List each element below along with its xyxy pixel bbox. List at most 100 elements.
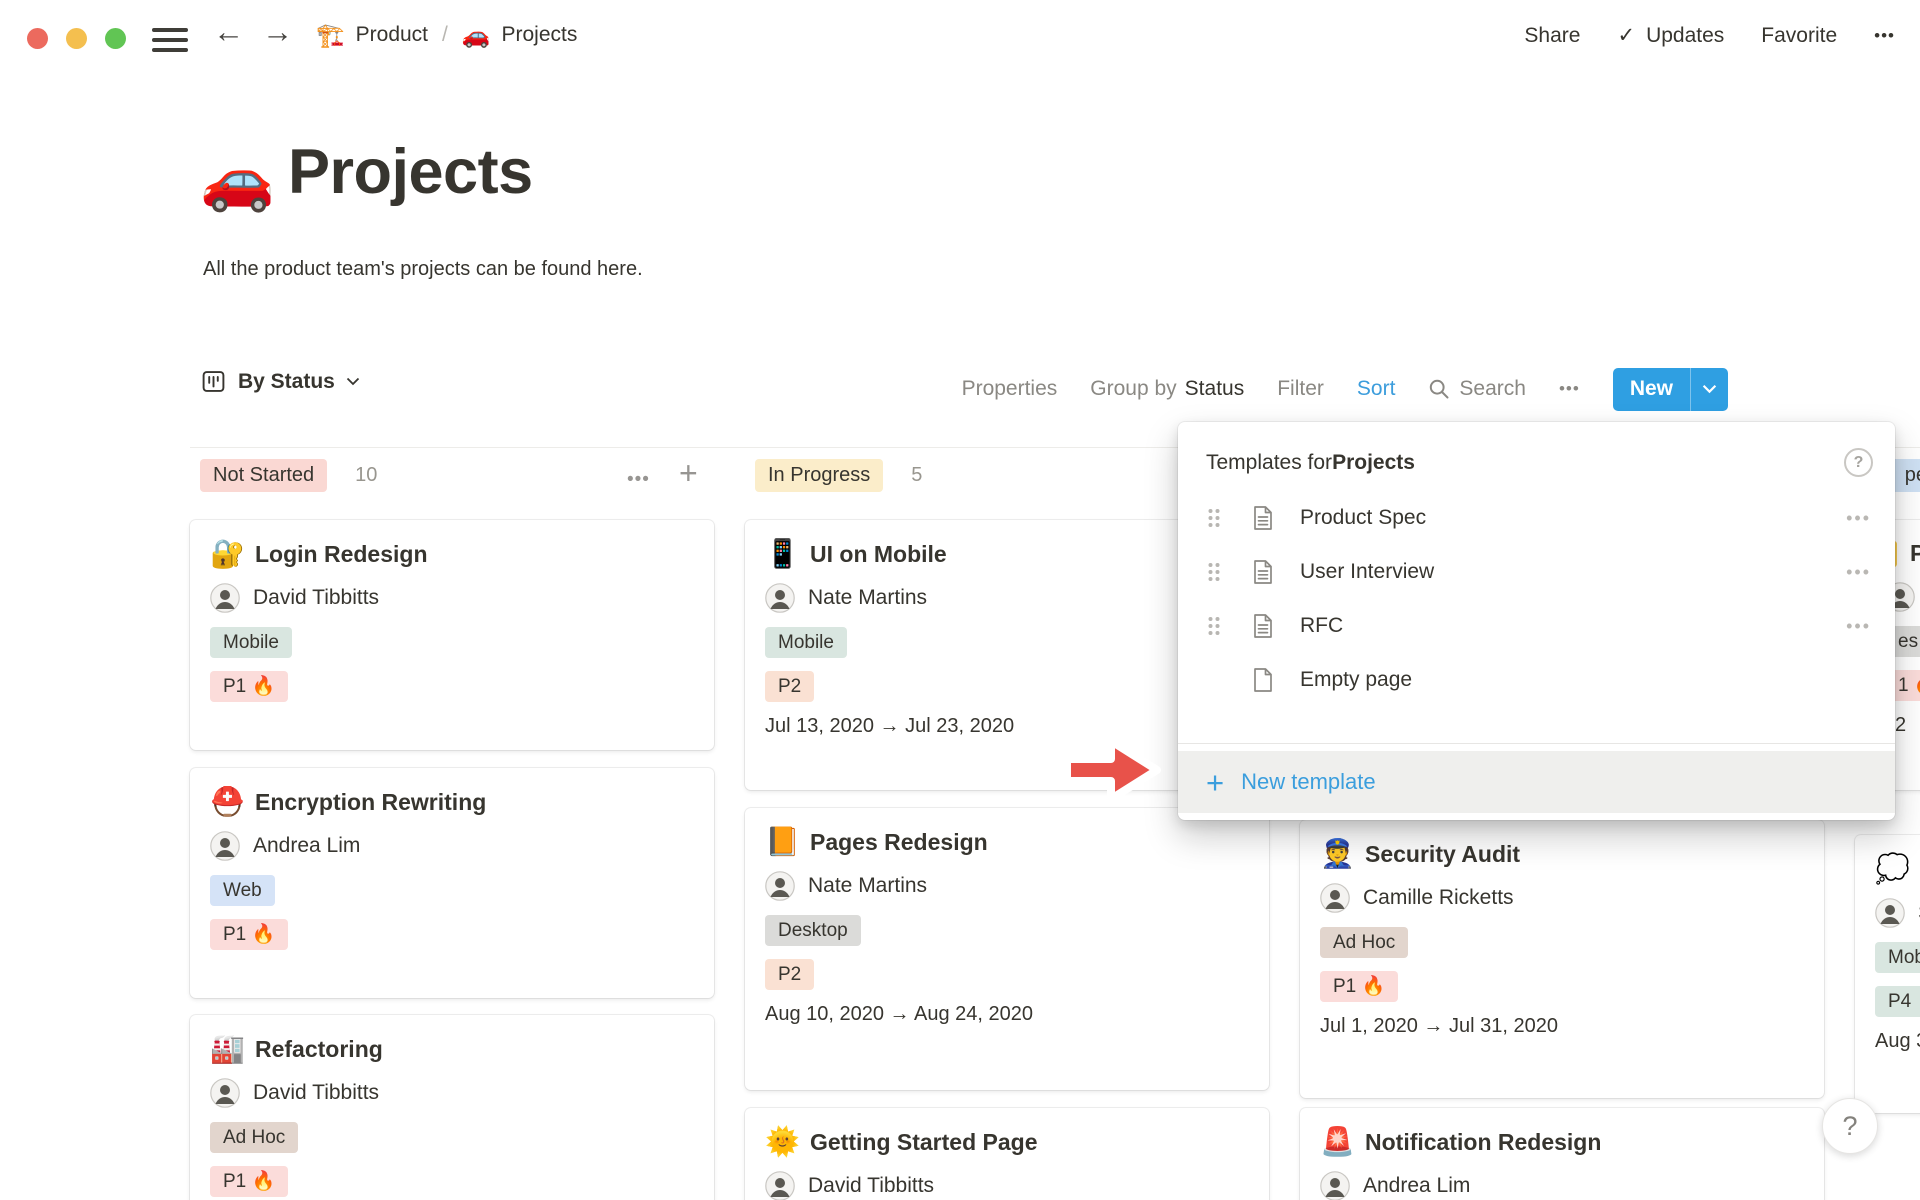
assignee-name: Nate Martins: [808, 586, 927, 610]
window-controls: [27, 28, 126, 49]
check-icon: ✓: [1617, 23, 1635, 48]
filter-button[interactable]: Filter: [1277, 377, 1324, 401]
avatar: [210, 831, 240, 861]
date-range: Jul 1, 2020 → Jul 31, 2020: [1320, 1015, 1804, 1038]
template-item-empty-page[interactable]: Empty page: [1178, 653, 1895, 707]
back-icon[interactable]: ←: [213, 16, 244, 47]
card-title: P: [1910, 540, 1920, 567]
group-by-button[interactable]: Group by Status: [1090, 377, 1244, 401]
template-item-rfc[interactable]: RFC •••: [1178, 599, 1895, 653]
template-name: Product Spec: [1300, 506, 1426, 530]
card-title: Login Redesign: [255, 541, 428, 568]
group-by-label: Group by: [1090, 377, 1176, 401]
thought-balloon-icon: 💭: [1875, 855, 1907, 883]
avatar: [1320, 1171, 1350, 1200]
minimize-button[interactable]: [66, 28, 87, 49]
page-icon[interactable]: 🚗: [200, 150, 275, 210]
rotating-light-icon: 🚨: [1320, 1128, 1352, 1156]
new-template-button[interactable]: + New template: [1178, 751, 1895, 813]
priority-tag: P1 🔥: [210, 671, 288, 702]
assignee-name: David Tibbitts: [253, 586, 379, 610]
platform-tag: Ad Hoc: [210, 1122, 298, 1153]
breadcrumb-label: Projects: [502, 23, 578, 47]
search-icon: [1428, 378, 1450, 400]
platform-tag: Mobile: [210, 627, 292, 658]
new-button[interactable]: New: [1613, 368, 1690, 411]
more-icon[interactable]: •••: [1846, 508, 1871, 529]
priority-tag: P4: [1875, 986, 1920, 1017]
priority-tag: P1 🔥: [210, 919, 288, 950]
favorite-button[interactable]: Favorite: [1761, 24, 1837, 48]
date-range: Aug 10, 2020 → Aug 24, 2020: [765, 1003, 1249, 1026]
priority-tag: P1 🔥: [1320, 971, 1398, 1002]
card-encryption-rewriting[interactable]: ⛑️ Encryption Rewriting Andrea Lim Web P…: [190, 768, 714, 998]
drag-handle-icon[interactable]: [1206, 506, 1222, 530]
close-button[interactable]: [27, 28, 48, 49]
card-login-redesign[interactable]: 🔐 Login Redesign David Tibbitts Mobile P…: [190, 520, 714, 750]
search-label: Search: [1459, 377, 1526, 401]
template-item-user-interview[interactable]: User Interview •••: [1178, 545, 1895, 599]
document-icon: [1252, 559, 1274, 585]
zoom-button[interactable]: [105, 28, 126, 49]
sidebar-menu-icon[interactable]: [152, 28, 188, 52]
group-by-value: Status: [1185, 377, 1245, 401]
more-icon[interactable]: •••: [1846, 562, 1871, 583]
templates-popup: Templates for Projects ? Product Spec ••…: [1178, 422, 1895, 820]
new-dropdown-button[interactable]: [1690, 368, 1728, 411]
breadcrumb-item-product[interactable]: 🏗️ Product: [316, 23, 428, 47]
app-window: ← → 🏗️ Product / 🚗 Projects Share ✓ Upda…: [0, 0, 1920, 1200]
more-icon[interactable]: •••: [1874, 26, 1895, 46]
search-button[interactable]: Search: [1428, 377, 1526, 401]
plus-icon: +: [1206, 767, 1224, 798]
card-pages-redesign[interactable]: 📙 Pages Redesign Nate Martins Desktop P2…: [745, 808, 1269, 1090]
card-partial[interactable]: 💭 C S Mob P4 Aug 3: [1855, 835, 1920, 1113]
drag-handle-icon[interactable]: [1206, 614, 1222, 638]
column-add-icon[interactable]: +: [679, 455, 698, 492]
rescue-helmet-icon: ⛑️: [210, 788, 242, 816]
card-getting-started-page[interactable]: 🌞 Getting Started Page David Tibbitts: [745, 1108, 1269, 1200]
sort-button[interactable]: Sort: [1357, 377, 1396, 401]
card-refactoring[interactable]: 🏭 Refactoring David Tibbitts Ad Hoc P1 🔥: [190, 1015, 714, 1200]
properties-button[interactable]: Properties: [962, 377, 1058, 401]
column-more-icon[interactable]: •••: [627, 469, 650, 491]
card-notification-redesign[interactable]: 🚨 Notification Redesign Andrea Lim: [1300, 1108, 1824, 1200]
template-name: User Interview: [1300, 560, 1434, 584]
toolbar-actions: Properties Group by Status Filter Sort S…: [962, 358, 1728, 420]
breadcrumb-item-projects[interactable]: 🚗 Projects: [462, 23, 578, 47]
template-item-product-spec[interactable]: Product Spec •••: [1178, 491, 1895, 545]
document-icon: [1252, 505, 1274, 531]
more-icon[interactable]: •••: [1846, 616, 1871, 637]
forward-icon[interactable]: →: [262, 16, 293, 47]
breadcrumb: 🏗️ Product / 🚗 Projects: [316, 23, 577, 47]
card-security-audit[interactable]: 👮 Security Audit Camille Ricketts Ad Hoc…: [1300, 820, 1824, 1098]
updates-button[interactable]: ✓ Updates: [1617, 23, 1724, 48]
new-button-group: New: [1613, 368, 1728, 411]
view-selector[interactable]: By Status: [200, 368, 360, 395]
card-title: Getting Started Page: [810, 1129, 1037, 1156]
drag-handle-icon[interactable]: [1206, 560, 1222, 584]
view-more-icon[interactable]: •••: [1559, 379, 1580, 399]
share-button[interactable]: Share: [1524, 24, 1580, 48]
popup-title-prefix: Templates for: [1206, 451, 1332, 475]
column-count: 5: [911, 464, 922, 487]
platform-tag: Mob: [1875, 942, 1920, 973]
platform-tag: Mobile: [765, 627, 847, 658]
building-construction-icon: 🏗️: [316, 24, 345, 47]
assignee-name: David Tibbitts: [808, 1174, 934, 1198]
locked-with-key-icon: 🔐: [210, 540, 242, 568]
platform-tag: Web: [210, 875, 275, 906]
help-icon[interactable]: ?: [1844, 448, 1873, 477]
card-title: Security Audit: [1365, 841, 1520, 868]
orange-book-icon: 📙: [765, 828, 797, 856]
board-view-icon: [200, 368, 227, 395]
priority-tag: P1 🔥: [210, 1166, 288, 1197]
status-badge[interactable]: In Progress: [755, 459, 883, 492]
card-title: Pages Redesign: [810, 829, 988, 856]
card-title: Encryption Rewriting: [255, 789, 486, 816]
status-badge[interactable]: Not Started: [200, 459, 327, 492]
column-count: 10: [355, 464, 377, 487]
help-button[interactable]: ?: [1822, 1098, 1878, 1154]
sun-with-face-icon: 🌞: [765, 1128, 797, 1156]
assignee-name: Nate Martins: [808, 874, 927, 898]
chevron-down-icon: [1702, 384, 1717, 394]
